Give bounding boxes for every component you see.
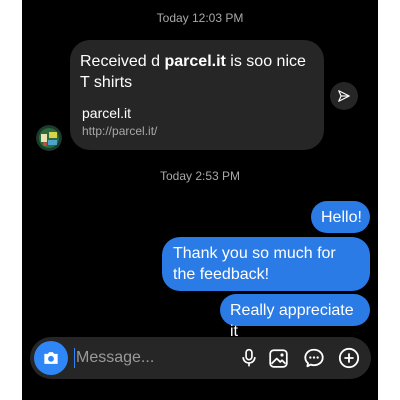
sent-message-bubble[interactable]: Hello! — [311, 201, 370, 233]
sent-message-bubble[interactable]: Really appreciate it — [220, 294, 370, 340]
message-composer — [30, 337, 371, 379]
received-message-bubble[interactable]: Received d parcel.it is soo nice T shirt… — [70, 40, 324, 150]
microphone-button[interactable] — [237, 346, 261, 370]
gallery-button[interactable] — [266, 346, 290, 370]
avatar-image — [36, 125, 62, 151]
message-input[interactable] — [76, 347, 226, 369]
sticker-chat-icon — [304, 348, 324, 368]
add-button[interactable] — [337, 346, 361, 370]
plus-circle-icon — [338, 347, 360, 369]
received-text-start: Received d — [80, 53, 165, 70]
link-preview-title[interactable]: parcel.it — [82, 105, 131, 121]
send-icon — [338, 90, 350, 102]
received-message-text: Received d parcel.it is soo nice T shirt… — [80, 51, 316, 93]
camera-button[interactable] — [34, 341, 68, 375]
text-cursor — [74, 348, 75, 368]
microphone-icon — [242, 348, 256, 367]
image-icon — [268, 348, 288, 368]
camera-icon — [44, 352, 58, 364]
received-text-bold: parcel.it — [164, 53, 226, 70]
chat-screen: Today 12:03 PM Received d parcel.it is s… — [22, 0, 378, 400]
sent-message-bubble[interactable]: Thank you so much for the feedback! — [162, 237, 370, 291]
sticker-button[interactable] — [302, 346, 326, 370]
timestamp: Today 12:03 PM — [156, 11, 244, 25]
share-button[interactable] — [330, 82, 358, 110]
timestamp: Today 2:53 PM — [159, 169, 241, 183]
avatar[interactable] — [36, 125, 62, 151]
link-preview-url[interactable]: http://parcel.it/ — [82, 124, 157, 138]
